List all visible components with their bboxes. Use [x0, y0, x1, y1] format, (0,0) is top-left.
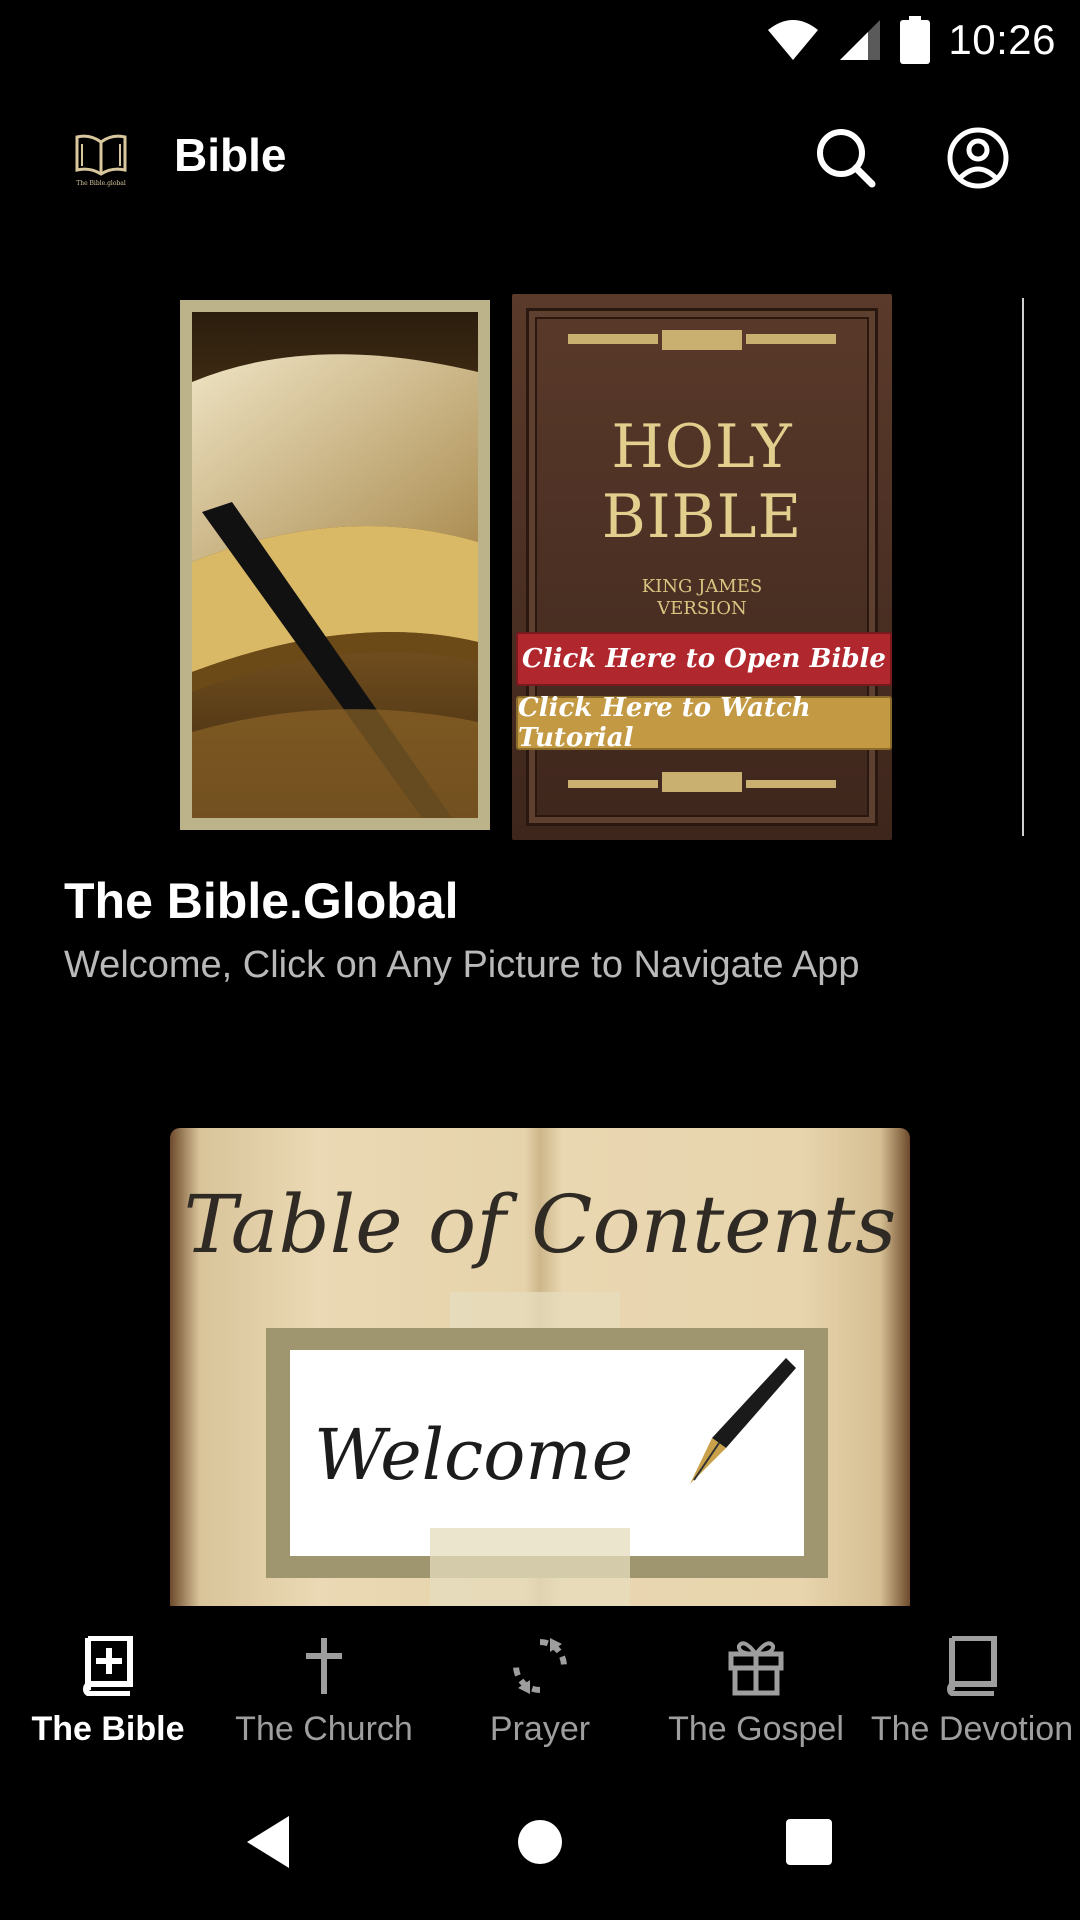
- signal-icon: [840, 20, 881, 60]
- wifi-icon: [768, 20, 819, 60]
- recents-square-icon: [786, 1819, 832, 1865]
- section-title: The Bible.Global: [64, 873, 459, 929]
- nav-item-prayer[interactable]: Prayer: [432, 1606, 648, 1764]
- toc-book-pages: Table of Contents Welcome: [170, 1128, 910, 1606]
- watch-tutorial-button[interactable]: Click Here to Watch Tutorial: [516, 693, 892, 753]
- nav-item-the-bible[interactable]: The Bible: [0, 1606, 216, 1764]
- table-of-contents-image[interactable]: Table of Contents Welcome: [170, 1128, 910, 1606]
- open-bible-button[interactable]: Click Here to Open Bible: [516, 632, 892, 686]
- battery-icon: [900, 16, 931, 64]
- home-circle-icon: [518, 1820, 562, 1864]
- back-button[interactable]: [238, 1812, 298, 1872]
- bible-plus-icon: [78, 1636, 138, 1696]
- cover-ornament: [662, 330, 742, 350]
- status-icons: 10:26: [766, 12, 1056, 68]
- carousel-edge-line: [1022, 298, 1024, 836]
- account-circle-icon: [947, 127, 1009, 189]
- nav-item-the-devotion[interactable]: The Devotion: [864, 1606, 1080, 1764]
- open-bible-photo[interactable]: [180, 300, 490, 830]
- nav-label: The Devotion: [870, 1710, 1074, 1748]
- back-triangle-icon: [247, 1816, 289, 1868]
- toc-title: Table of Contents: [183, 1178, 897, 1271]
- cover-ornament: [568, 334, 658, 344]
- nav-item-the-gospel[interactable]: The Gospel: [648, 1606, 864, 1764]
- book-icon: [942, 1636, 1002, 1696]
- cover-title-line1: HOLY: [611, 412, 793, 482]
- fountain-pen-icon: [690, 1358, 796, 1484]
- nav-label: The Gospel: [668, 1710, 844, 1748]
- cover-ornament: [746, 334, 836, 344]
- open-bible-photo-image: [192, 312, 478, 818]
- refresh-icon: [510, 1636, 570, 1696]
- app-bar: The Bible.global Bible: [0, 80, 1080, 230]
- cover-ornament: [662, 772, 742, 792]
- app-logo-icon: The Bible.global: [75, 134, 127, 187]
- recents-button[interactable]: [779, 1812, 839, 1872]
- system-navigation-bar: [0, 1764, 1080, 1920]
- toc-welcome-text: Welcome: [314, 1414, 634, 1496]
- nav-label: Prayer: [489, 1710, 591, 1748]
- app-title: Bible: [174, 129, 287, 181]
- search-icon: [817, 129, 876, 188]
- section-subtitle: Welcome, Click on Any Picture to Navigat…: [64, 944, 860, 986]
- nav-label: The Church: [235, 1710, 413, 1748]
- gift-icon: [726, 1636, 786, 1696]
- home-button[interactable]: [510, 1812, 570, 1872]
- cover-ornament: [568, 780, 658, 788]
- cover-subtitle-line2: VERSION: [657, 598, 747, 619]
- bible-banner-image[interactable]: HOLY BIBLE KING JAMES VERSION Click Here…: [56, 292, 1024, 842]
- open-bible-illustration: [192, 312, 478, 818]
- cover-subtitle: KING JAMES VERSION: [512, 576, 892, 620]
- banner-content: HOLY BIBLE KING JAMES VERSION Click Here…: [180, 292, 954, 842]
- bottom-navigation: The Bible The Church Prayer The Gospel T…: [0, 1606, 1080, 1764]
- nav-item-the-church[interactable]: The Church: [216, 1606, 432, 1764]
- search-button[interactable]: [808, 120, 884, 196]
- cover-title-line2: BIBLE: [601, 482, 803, 552]
- cover-ornament: [746, 780, 836, 788]
- cover-title: HOLY BIBLE: [512, 412, 892, 552]
- toc-welcome-card: Welcome: [290, 1350, 804, 1556]
- status-bar: 10:26: [0, 0, 1080, 80]
- svg-text:The Bible.global: The Bible.global: [76, 180, 126, 187]
- nav-label: The Bible: [31, 1710, 185, 1748]
- status-time: 10:26: [948, 16, 1056, 63]
- holy-bible-cover: HOLY BIBLE KING JAMES VERSION Click Here…: [512, 294, 892, 840]
- cover-subtitle-line1: KING JAMES: [641, 576, 763, 597]
- account-button[interactable]: [940, 120, 1016, 196]
- tape-strip: [430, 1528, 630, 1606]
- cross-icon: [294, 1636, 354, 1696]
